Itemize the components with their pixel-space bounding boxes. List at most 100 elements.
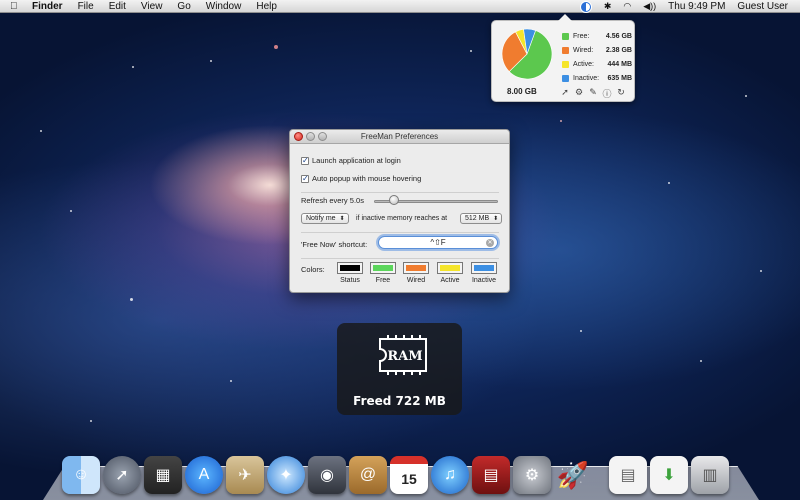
color-swatch[interactable] <box>337 262 363 274</box>
color-well-inactive[interactable]: Inactive <box>470 262 498 284</box>
calendar-day: 15 <box>401 471 417 487</box>
menu-view[interactable]: View <box>141 1 163 12</box>
safari-icon[interactable]: ✦ <box>267 456 305 494</box>
memory-label: Active: <box>573 60 595 68</box>
popup-arrows-icon: ⬍ <box>339 216 345 222</box>
menu-file[interactable]: File <box>78 1 94 12</box>
launchpad-icon[interactable]: ➚ <box>103 456 141 494</box>
popover-toolbar: ➚ ⚙ ✎ ⓘ ↻ <box>558 87 628 100</box>
color-well-free[interactable]: Free <box>369 262 397 284</box>
launch-at-login-row[interactable]: ✓ Launch application at login <box>301 156 401 165</box>
memory-value: 4.56 GB <box>605 32 632 40</box>
downloads-icon[interactable]: ⬇ <box>650 456 688 494</box>
launch-at-login-label: Launch application at login <box>312 156 401 165</box>
notify-popup-value: Notify me <box>306 215 336 222</box>
separator <box>301 258 499 259</box>
memory-pie-chart <box>501 28 553 80</box>
photo-booth-icon[interactable]: ▤ <box>472 456 510 494</box>
color-label: Status <box>340 277 360 284</box>
separator <box>301 192 499 193</box>
ram-chip-icon: RAM <box>379 335 427 375</box>
info-icon[interactable]: ⓘ <box>600 87 614 100</box>
color-swatch[interactable] <box>471 262 497 274</box>
color-swatch[interactable] <box>403 262 429 274</box>
wifi-icon[interactable]: ◠ <box>623 1 631 12</box>
color-well-wired[interactable]: Wired <box>402 262 430 284</box>
bluetooth-icon[interactable]: ✱ <box>604 1 612 12</box>
trash-icon[interactable]: ▥ <box>691 456 729 494</box>
memory-value: 2.38 GB <box>605 46 632 54</box>
swatch-wired <box>562 46 569 54</box>
menu-help[interactable]: Help <box>256 1 277 12</box>
memory-row-wired: Wired: 2.38 GB <box>562 43 632 57</box>
finder-icon[interactable]: ☺ <box>62 456 100 494</box>
memory-row-active: Active: 444 MB <box>562 57 632 71</box>
notify-popup[interactable]: Notify me ⬍ <box>301 213 349 224</box>
color-label: Wired <box>406 277 426 284</box>
gear-icon[interactable]: ⚙ <box>572 87 586 100</box>
menu-clock[interactable]: Thu 9:49 PM <box>668 1 725 12</box>
auto-popup-checkbox[interactable]: ✓ <box>301 174 309 183</box>
popup-arrows-icon: ⬍ <box>493 216 499 222</box>
rocket-app-icon[interactable]: 🚀 <box>554 456 592 494</box>
system-preferences-icon[interactable]: ⚙ <box>513 456 551 494</box>
menu-window[interactable]: Window <box>206 1 242 12</box>
refresh-slider-knob[interactable] <box>389 195 399 205</box>
separator <box>301 232 499 233</box>
menu-app-name[interactable]: Finder <box>32 1 63 12</box>
memory-legend: Free: 4.56 GB Wired: 2.38 GB Active: 444… <box>562 29 632 85</box>
notify-text: if inactive memory reaches at <box>356 215 448 222</box>
facetime-icon[interactable]: ◉ <box>308 456 346 494</box>
color-well-active[interactable]: Active <box>436 262 464 284</box>
document-icon[interactable]: ▤ <box>609 456 647 494</box>
mail-icon[interactable]: ✈ <box>226 456 264 494</box>
memory-row-inactive: Inactive: 635 MB <box>562 71 632 85</box>
color-swatch[interactable] <box>437 262 463 274</box>
window-title: FreeMan Preferences <box>360 132 439 141</box>
freed-message: Freed 722 MB <box>353 394 446 408</box>
memory-row-free: Free: 4.56 GB <box>562 29 632 43</box>
address-book-icon[interactable]: @ <box>349 456 387 494</box>
freeman-status-icon[interactable] <box>579 0 592 13</box>
window-titlebar[interactable]: FreeMan Preferences <box>290 130 509 144</box>
close-button[interactable] <box>294 132 303 141</box>
memory-label: Inactive: <box>573 74 600 82</box>
menu-go[interactable]: Go <box>177 1 190 12</box>
threshold-popup[interactable]: 512 MB ⬍ <box>460 213 503 224</box>
pencil-icon[interactable]: ✎ <box>586 87 600 100</box>
color-label: Inactive <box>471 277 497 284</box>
refresh-label: Refresh every 5.0s <box>301 196 364 205</box>
menu-bar:  Finder File Edit View Go Window Help ✱… <box>0 0 800 13</box>
clear-icon[interactable]: ✕ <box>486 239 494 247</box>
shortcut-label: 'Free Now' shortcut: <box>301 240 368 249</box>
menu-edit[interactable]: Edit <box>109 1 126 12</box>
launch-at-login-checkbox[interactable]: ✓ <box>301 156 309 165</box>
color-label: Free <box>375 277 391 284</box>
swatch-inactive <box>562 74 569 82</box>
memory-label: Wired: <box>573 46 594 54</box>
apple-icon[interactable]:  <box>10 1 24 12</box>
freed-memory-hud: RAM Freed 722 MB <box>337 323 462 415</box>
color-well-status[interactable]: Status <box>336 262 364 284</box>
total-memory: 8.00 GB <box>507 87 537 96</box>
calendar-icon[interactable]: 15 <box>390 456 428 494</box>
swatch-active <box>562 60 569 68</box>
mission-control-icon[interactable]: ▦ <box>144 456 182 494</box>
threshold-popup-value: 512 MB <box>465 215 490 222</box>
color-swatch[interactable] <box>370 262 396 274</box>
zoom-button[interactable] <box>318 132 327 141</box>
volume-icon[interactable]: ◀)) <box>643 1 656 12</box>
shortcut-input[interactable]: ^⇧F ✕ <box>378 236 498 249</box>
colors-label: Colors: <box>301 265 325 274</box>
rocket-icon[interactable]: ➚ <box>558 87 572 100</box>
menu-user[interactable]: Guest User <box>737 1 788 12</box>
minimize-button[interactable] <box>306 132 315 141</box>
itunes-icon[interactable]: ♫ <box>431 456 469 494</box>
app-store-icon[interactable]: A <box>185 456 223 494</box>
shortcut-value: ^⇧F <box>430 238 446 247</box>
memory-value: 635 MB <box>607 74 632 82</box>
dock: ☺ ➚ ▦ A ✈ ✦ ◉ @ 15 ♫ ▤ ⚙ 🚀 ▤ ⬇ ▥ <box>62 448 742 494</box>
auto-popup-row[interactable]: ✓ Auto popup with mouse hovering <box>301 174 421 183</box>
refresh-icon[interactable]: ↻ <box>614 87 628 100</box>
memory-value: 444 MB <box>607 60 632 68</box>
